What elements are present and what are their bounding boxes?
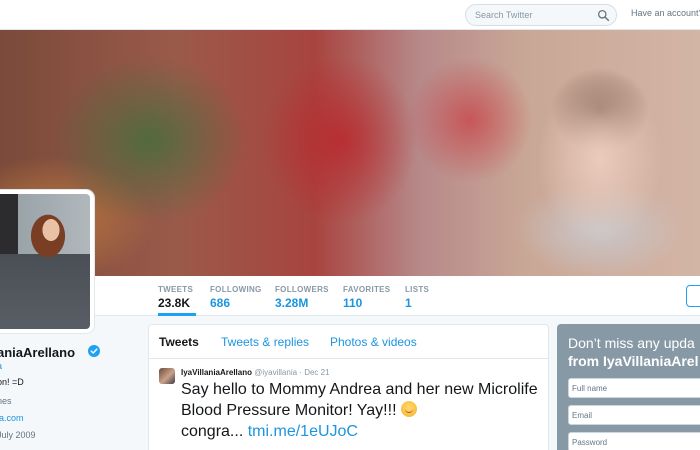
stat-value: 23.8K (158, 296, 191, 310)
have-account-link[interactable]: Have an account? (631, 8, 700, 18)
search-placeholder: Search Twitter (475, 10, 533, 20)
signup-title-bold: from IyaVillaniaArel (568, 353, 699, 369)
profile-avatar[interactable] (0, 190, 94, 333)
stat-label: TWEETS (158, 285, 194, 294)
tweet-avatar[interactable] (159, 368, 175, 384)
search-input[interactable]: Search Twitter (465, 4, 617, 26)
stat-value: 110 (343, 296, 363, 310)
timeline-panel: Tweets Tweets & replies Photos & videos … (148, 324, 549, 450)
tweet-text-body: Say hello to Mommy Andrea and her new Mi… (181, 381, 538, 419)
tweet-text: Say hello to Mommy Andrea and her new Mi… (181, 379, 541, 442)
timeline-tabs: Tweets Tweets & replies Photos & videos (149, 325, 548, 359)
stat-lists[interactable]: LISTS 1 (405, 276, 429, 316)
email-field[interactable]: Email (568, 405, 700, 425)
tweet-header: IyaVillaniaArellano @iyavillania · Dec 2… (181, 368, 330, 377)
password-placeholder: Password (572, 438, 608, 447)
stat-label: FOLLOWERS (275, 285, 329, 294)
signup-title: Don’t miss any upda from IyaVillaniaArel (568, 334, 700, 370)
profile-banner-image (0, 30, 700, 276)
smiling-face-emoji-icon (400, 401, 417, 417)
stat-tweets[interactable]: TWEETS 23.8K (158, 276, 196, 316)
stat-label: LISTS (405, 285, 430, 294)
tweet-author-handle[interactable]: @iyavillania (254, 368, 297, 377)
email-placeholder: Email (572, 411, 593, 420)
signup-panel: Don’t miss any upda from IyaVillaniaArel… (557, 324, 700, 450)
verified-badge-icon (88, 345, 100, 357)
tweet-item[interactable]: IyaVillaniaArellano @iyavillania · Dec 2… (149, 360, 548, 450)
tab-photos-videos[interactable]: Photos & videos (330, 335, 417, 349)
tweet-author-name[interactable]: IyaVillaniaArellano (181, 368, 252, 377)
full-name-placeholder: Full name (572, 384, 608, 393)
stat-value: 3.28M (275, 296, 309, 310)
profile-handle[interactable]: a (0, 361, 2, 371)
tweet-text-tail: congra... (181, 423, 244, 440)
tweet-link[interactable]: tmi.me/1eUJoC (248, 423, 358, 440)
stat-label: FAVORITES (343, 285, 391, 294)
full-name-field[interactable]: Full name (568, 378, 700, 398)
profile-website-link[interactable]: ia.com (0, 413, 24, 423)
profile-name: aniaArellano (0, 345, 76, 360)
profile-bio: on! =D (0, 377, 24, 387)
tweet-date[interactable]: Dec 21 (304, 368, 329, 377)
top-bar: Search Twitter Have an account? (0, 0, 700, 30)
profile-location: nes (0, 396, 12, 406)
tweet-separator: · (299, 368, 302, 377)
tab-tweets[interactable]: Tweets (159, 335, 199, 349)
signup-title-line: Don’t miss any upda (568, 335, 695, 351)
profile-nav-bar: TWEETS 23.8K FOLLOWING 686 FOLLOWERS 3.2… (0, 276, 700, 316)
search-icon[interactable] (597, 9, 610, 22)
tab-tweets-replies[interactable]: Tweets & replies (221, 335, 309, 349)
stat-favorites[interactable]: FAVORITES 110 (343, 276, 390, 316)
stat-following[interactable]: FOLLOWING 686 (210, 276, 262, 316)
stat-value: 686 (210, 296, 231, 310)
stat-value: 1 (405, 296, 412, 310)
stat-followers[interactable]: FOLLOWERS 3.28M (275, 276, 329, 316)
profile-join-date: July 2009 (0, 430, 36, 440)
password-field[interactable]: Password (568, 432, 700, 450)
follow-button[interactable] (686, 285, 700, 307)
stat-label: FOLLOWING (210, 285, 262, 294)
